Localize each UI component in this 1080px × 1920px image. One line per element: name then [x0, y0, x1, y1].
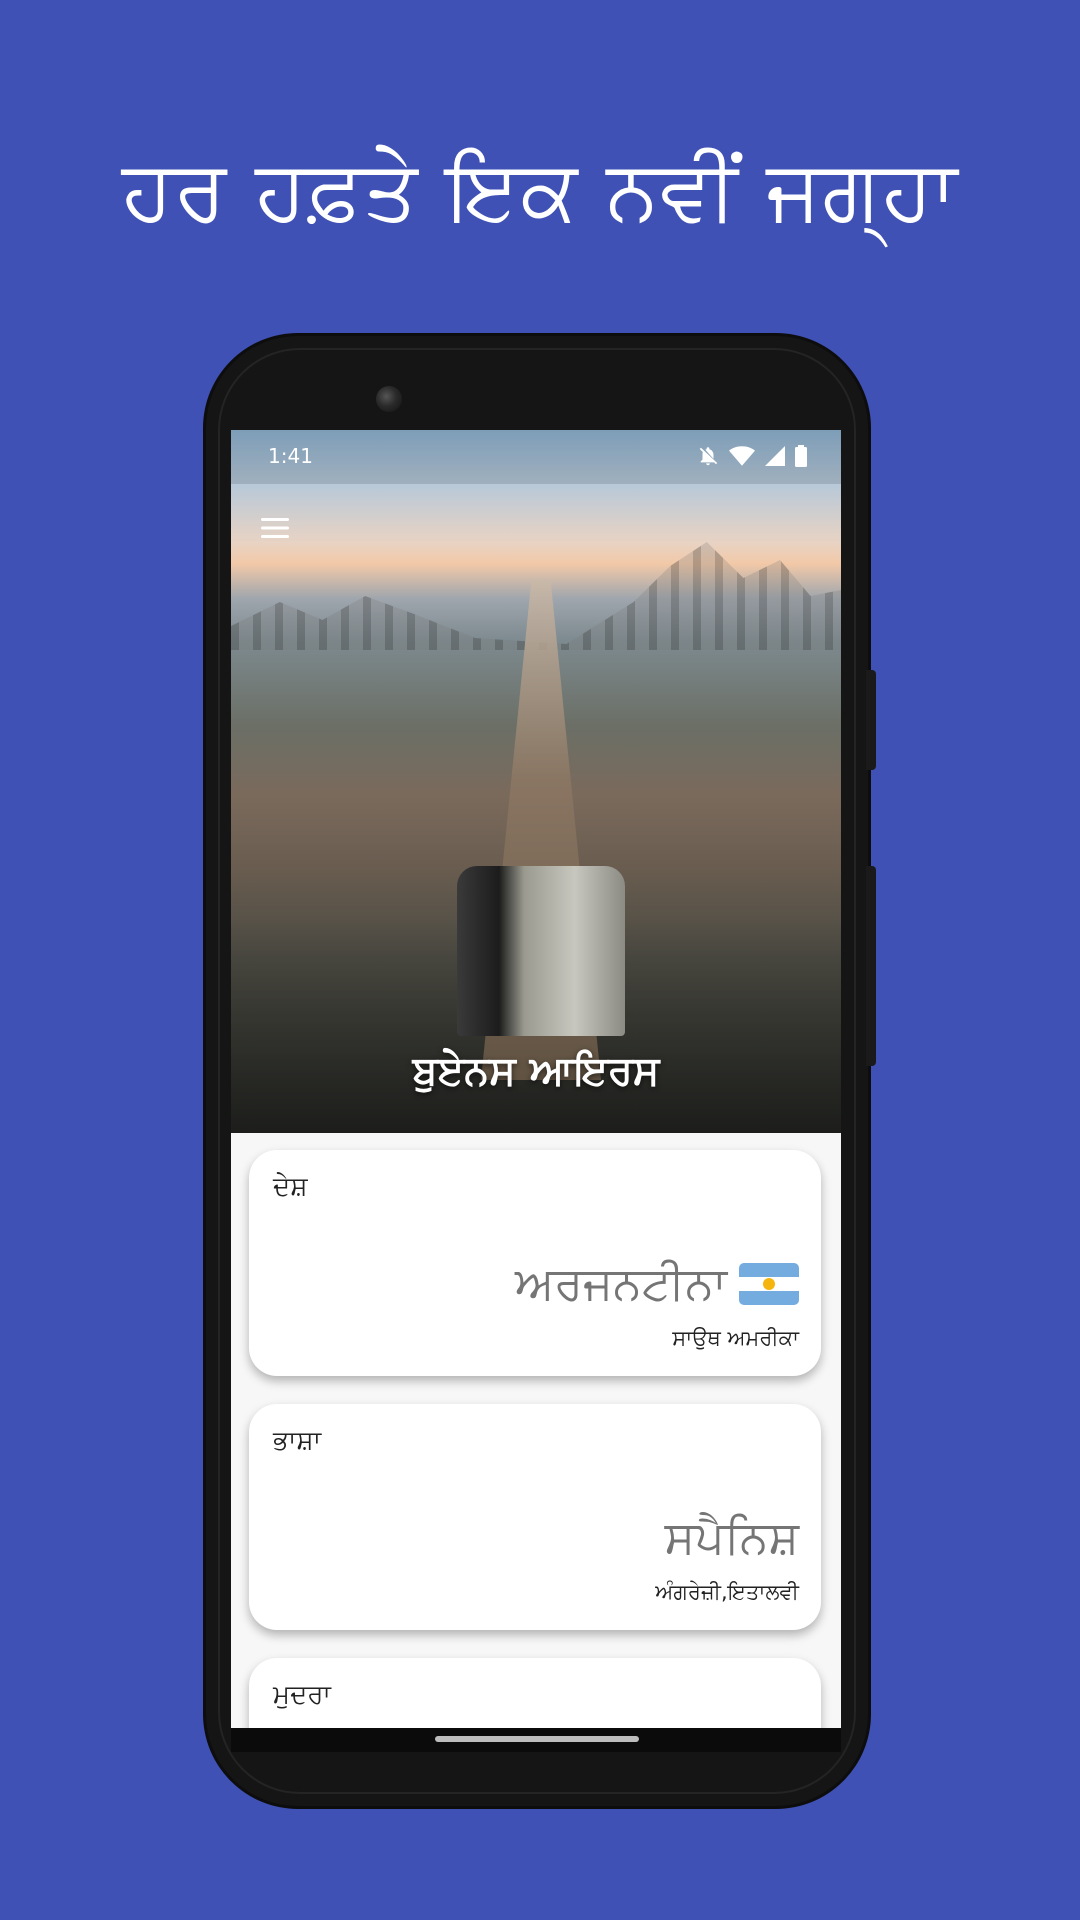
currency-label: ਮੁਦਰਾ [273, 1680, 331, 1710]
language-value-row: ਸਪੈਨਿਸ਼ [664, 1510, 799, 1566]
country-value: ਅਰਜਨਟੀਨਾ [514, 1256, 727, 1310]
language-label: ਭਾਸ਼ਾ [273, 1426, 322, 1456]
promo-headline: ਹਰ ਹਫ਼ਤੇ ਇਕ ਨਵੀਂ ਜਗ੍ਹਾ [121, 141, 959, 239]
wifi-icon [729, 446, 755, 466]
country-value-row: ਅਰਜਨਟੀਨਾ [515, 1256, 799, 1312]
battery-icon [795, 445, 807, 467]
app-screen: 1:41 ਬੁਏਨਸ ਆਇਰਸ ਦੇਸ਼ ਅਰਜਨਟੀਨਾ ਸਾਉਥ ਅਮਰੀਕ… [231, 430, 841, 1752]
city-hero-image: 1:41 ਬੁਏਨਸ ਆਇਰਸ [231, 430, 841, 1133]
continent-label: ਸਾਉਥ ਅਮਰੀਕਾ [672, 1326, 799, 1350]
argentina-flag-icon [739, 1263, 799, 1305]
home-indicator[interactable] [435, 1736, 639, 1742]
front-camera [376, 386, 402, 412]
hero-tower [457, 866, 625, 1036]
country-label: ਦੇਸ਼ [273, 1172, 308, 1202]
status-time: 1:41 [268, 444, 313, 468]
city-title: ਬੁਏਨਸ ਆਇਰਸ [412, 1048, 660, 1094]
notifications-off-icon [699, 447, 718, 466]
hamburger-menu-icon[interactable] [257, 510, 293, 546]
status-icons [697, 444, 807, 468]
phone-volume-button [866, 866, 876, 1066]
phone-side-button [866, 670, 876, 770]
status-bar: 1:41 [231, 430, 841, 484]
language-card[interactable]: ਭਾਸ਼ਾ ਸਪੈਨਿਸ਼ ਅੰਗਰੇਜ਼ੀ,ਇਤਾਲਵੀ [249, 1404, 821, 1630]
system-nav-bar [231, 1728, 841, 1752]
signal-icon [765, 446, 785, 466]
other-languages: ਅੰਗਰੇਜ਼ੀ,ਇਤਾਲਵੀ [655, 1580, 799, 1604]
language-value: ਸਪੈਨਿਸ਼ [664, 1510, 799, 1564]
country-card[interactable]: ਦੇਸ਼ ਅਰਜਨਟੀਨਾ ਸਾਉਥ ਅਮਰੀਕਾ [249, 1150, 821, 1376]
